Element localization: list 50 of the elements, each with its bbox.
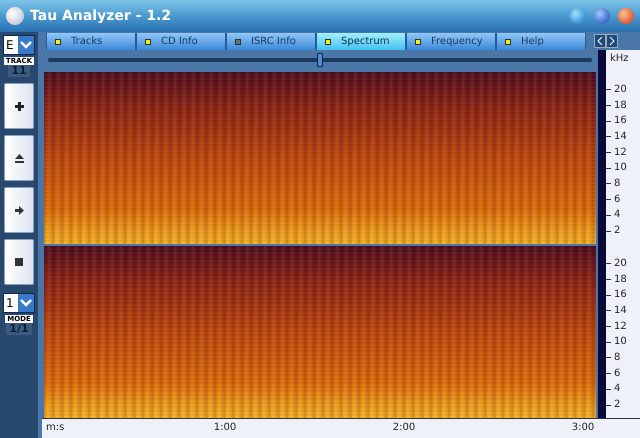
scroll-left-button[interactable] <box>594 34 606 48</box>
frequency-tick-label: 18 <box>614 100 627 112</box>
frequency-tick-label: 14 <box>614 304 627 317</box>
position-slider[interactable] <box>48 53 592 67</box>
time-tick-label: 3:00 <box>572 422 594 434</box>
tab[interactable]: CD Info <box>136 33 226 50</box>
slider-thumb[interactable] <box>317 53 323 67</box>
frequency-tick-label: 2 <box>614 399 620 412</box>
frequency-tick-label: 10 <box>614 336 627 348</box>
tab[interactable]: ISRC Info <box>226 33 316 50</box>
frequency-tick-label: 6 <box>614 194 620 206</box>
frequency-tick-label: 8 <box>614 178 620 190</box>
tab[interactable]: Tracks <box>46 33 136 50</box>
frequency-tick-label: 18 <box>614 274 627 286</box>
frequency-tick-label: 6 <box>614 368 620 380</box>
maximize-button[interactable] <box>594 8 610 24</box>
frequency-tick-label: 20 <box>614 258 627 270</box>
add-button[interactable] <box>4 83 34 129</box>
frequency-tick-label: 12 <box>614 146 627 159</box>
frequency-tick-label: 20 <box>614 84 627 96</box>
frequency-tick-label: 8 <box>614 352 620 364</box>
frequency-tick-label: 4 <box>614 209 620 222</box>
stop-icon <box>15 258 23 266</box>
track-number: 11 <box>8 65 30 77</box>
arrow-right-icon <box>14 206 24 214</box>
frequency-tick-label: 4 <box>614 383 620 396</box>
frequency-tick-label: 16 <box>614 289 627 302</box>
plus-icon <box>14 102 24 110</box>
chevron-left-icon <box>597 37 603 45</box>
frequency-tick-label: 14 <box>614 130 627 143</box>
frequency-unit-label: kHz <box>609 52 630 66</box>
eject-icon <box>14 154 24 162</box>
mode-reading: 1/1 <box>6 323 32 335</box>
frequency-tick-label: 16 <box>614 115 627 128</box>
scroll-right-button[interactable] <box>606 34 618 48</box>
tab[interactable]: Spectrum <box>316 33 406 50</box>
frequency-tick-label: 2 <box>614 225 620 238</box>
eject-button[interactable] <box>4 135 34 181</box>
next-button[interactable] <box>4 187 34 233</box>
time-tick-label: m:s <box>46 422 64 434</box>
frequency-tick-label: 10 <box>614 162 627 174</box>
window-title: Tau Analyzer - 1.2 <box>30 6 172 26</box>
stop-button[interactable] <box>4 239 34 285</box>
time-tick-label: 1:00 <box>214 422 236 434</box>
time-tick-label: 2:00 <box>392 422 416 434</box>
tab[interactable]: Frequency <box>406 33 496 50</box>
frequency-tick-label: 12 <box>614 320 627 333</box>
app-logo-icon <box>6 7 24 25</box>
chevron-right-icon <box>609 37 615 45</box>
tab[interactable]: Help <box>496 33 586 50</box>
